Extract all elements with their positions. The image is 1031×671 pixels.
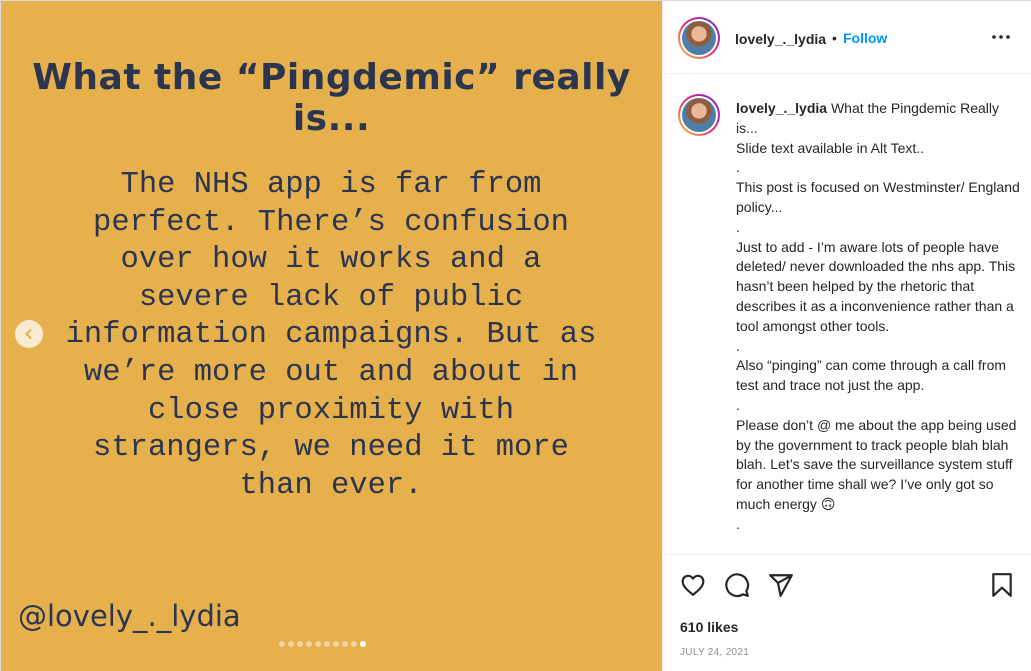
slide-dot — [315, 641, 321, 647]
caption-line: This post is focused on Westminster/ Eng… — [736, 179, 1020, 215]
header-username[interactable]: lovely_._lydia — [735, 31, 826, 47]
post-date[interactable]: JULY 24, 2021 — [680, 647, 749, 658]
slide-dot — [279, 641, 285, 647]
heart-icon — [681, 574, 705, 596]
comment-button[interactable] — [724, 572, 750, 598]
caption-line: Also “pinging” can come through a call f… — [736, 357, 1007, 394]
instagram-post: What the “Pingdemic” really is... The NH… — [0, 0, 1031, 671]
slide-body-text: The NHS app is far from perfect. There’s… — [65, 168, 597, 503]
post-caption: lovely_._lydia What the Pingdemic Really… — [736, 99, 1022, 535]
slide-dot — [360, 641, 366, 647]
caption-line: Please don’t @ me about the app being us… — [736, 416, 1017, 512]
action-bar — [663, 556, 1031, 616]
caption-line: . — [736, 515, 740, 532]
comments-section[interactable]: lovely_._lydia What the Pingdemic Really… — [663, 74, 1031, 555]
share-icon — [769, 574, 793, 597]
slide-dot — [342, 641, 348, 647]
slide-title: What the “Pingdemic” really is... — [32, 57, 631, 139]
like-count[interactable]: 610 likes — [680, 619, 738, 635]
caption-line: . — [736, 159, 740, 176]
slide-indicator — [279, 641, 366, 647]
more-options-button[interactable] — [989, 25, 1013, 49]
slide-dot — [288, 641, 294, 647]
follow-button[interactable]: Follow — [843, 30, 887, 46]
slide-dot — [324, 641, 330, 647]
post-header: lovely_._lydia • Follow — [663, 1, 1031, 74]
bookmark-icon — [992, 573, 1012, 597]
avatar[interactable] — [678, 17, 720, 59]
post-slide[interactable]: What the “Pingdemic” really is... The NH… — [1, 1, 662, 671]
caption-username[interactable]: lovely_._lydia — [736, 100, 827, 116]
comment-icon — [725, 573, 750, 598]
post-sidebar: lovely_._lydia • Follow lovely_._lydia W… — [662, 1, 1031, 671]
share-button[interactable] — [768, 572, 794, 598]
caption-line: Just to add - I’m aware lots of people h… — [736, 238, 1016, 334]
caption-line: . — [736, 218, 740, 235]
chevron-left-icon — [25, 329, 32, 339]
save-button[interactable] — [989, 572, 1015, 598]
like-button[interactable] — [680, 572, 706, 598]
slide-handle: @lovely_._lydia — [18, 599, 241, 633]
previous-slide-button[interactable] — [15, 320, 43, 348]
slide-dot — [306, 641, 312, 647]
caption-line: . — [736, 396, 740, 413]
slide-dot — [351, 641, 357, 647]
more-options-icon — [992, 35, 1010, 39]
caption-avatar[interactable] — [678, 94, 720, 136]
header-separator: • — [832, 30, 837, 46]
caption-line: Slide text available in Alt Text.. — [736, 139, 925, 156]
slide-dot — [297, 641, 303, 647]
slide-dot — [333, 641, 339, 647]
caption-line: . — [736, 337, 740, 354]
